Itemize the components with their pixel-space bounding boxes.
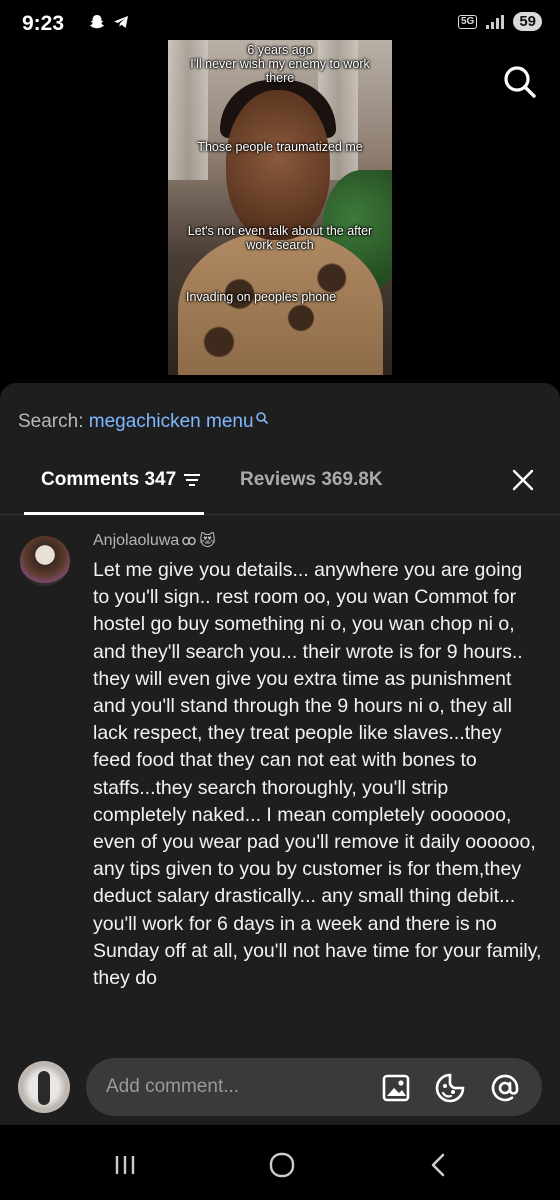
search-icon[interactable] (500, 62, 540, 102)
status-indicators: 5G 59 (457, 12, 542, 31)
video-thumbnail[interactable]: 6 years ago I'll never wish my enemy to … (168, 40, 392, 375)
active-tab-indicator (24, 512, 204, 515)
signal-icon (486, 14, 505, 29)
username-text: Anjolaoluwa (93, 532, 180, 549)
loop-icon (182, 536, 197, 546)
recent-apps-button[interactable] (105, 1150, 145, 1180)
status-time: 9:23 (22, 12, 65, 35)
search-label: Search: (18, 411, 84, 432)
filter-icon[interactable] (183, 473, 201, 487)
back-button[interactable] (418, 1150, 458, 1180)
tab-comments-label: Comments 347 (41, 469, 177, 490)
avatar[interactable] (20, 536, 70, 586)
network-type: 5G (457, 14, 478, 29)
comment-username[interactable]: Anjolaoluwa 😻 (93, 531, 216, 551)
video-person-face (226, 90, 330, 240)
search-term-link[interactable]: megachicken menu (89, 411, 254, 432)
snapchat-icon (89, 15, 105, 29)
tab-reviews[interactable]: Reviews 369.8K (240, 469, 383, 491)
at-icon[interactable] (489, 1072, 521, 1104)
emoji-badge: 😻 (199, 533, 216, 550)
video-caption: Let's not even talk about the after work… (187, 224, 373, 252)
video-caption: I'll never wish my enemy to work there (190, 57, 370, 85)
tab-comments[interactable]: Comments 347 (41, 469, 201, 491)
comment-input-bar (0, 1045, 560, 1125)
battery-level: 59 (513, 12, 542, 31)
notification-icons (88, 13, 130, 31)
emoji-icon[interactable] (434, 1072, 466, 1104)
comment-text: Let me give you details... anywhere you … (93, 559, 542, 990)
image-icon[interactable] (380, 1072, 412, 1104)
related-search[interactable]: Search: megachicken menu (18, 411, 269, 433)
avatar[interactable] (18, 1061, 70, 1113)
system-nav-bar (0, 1125, 560, 1200)
comment-item: Anjolaoluwa 😻 Let me give you details...… (0, 527, 560, 1047)
video-caption: 6 years ago (247, 43, 313, 57)
tab-bar: Comments 347 Reviews 369.8K (0, 451, 560, 515)
comment-input[interactable] (86, 1058, 542, 1116)
close-icon[interactable] (508, 465, 538, 495)
telegram-icon (114, 16, 128, 28)
home-button[interactable] (262, 1150, 302, 1180)
video-caption: Invading on peoples phone (186, 290, 337, 304)
video-caption: Those people traumatized me (197, 140, 363, 154)
search-icon (255, 412, 268, 425)
